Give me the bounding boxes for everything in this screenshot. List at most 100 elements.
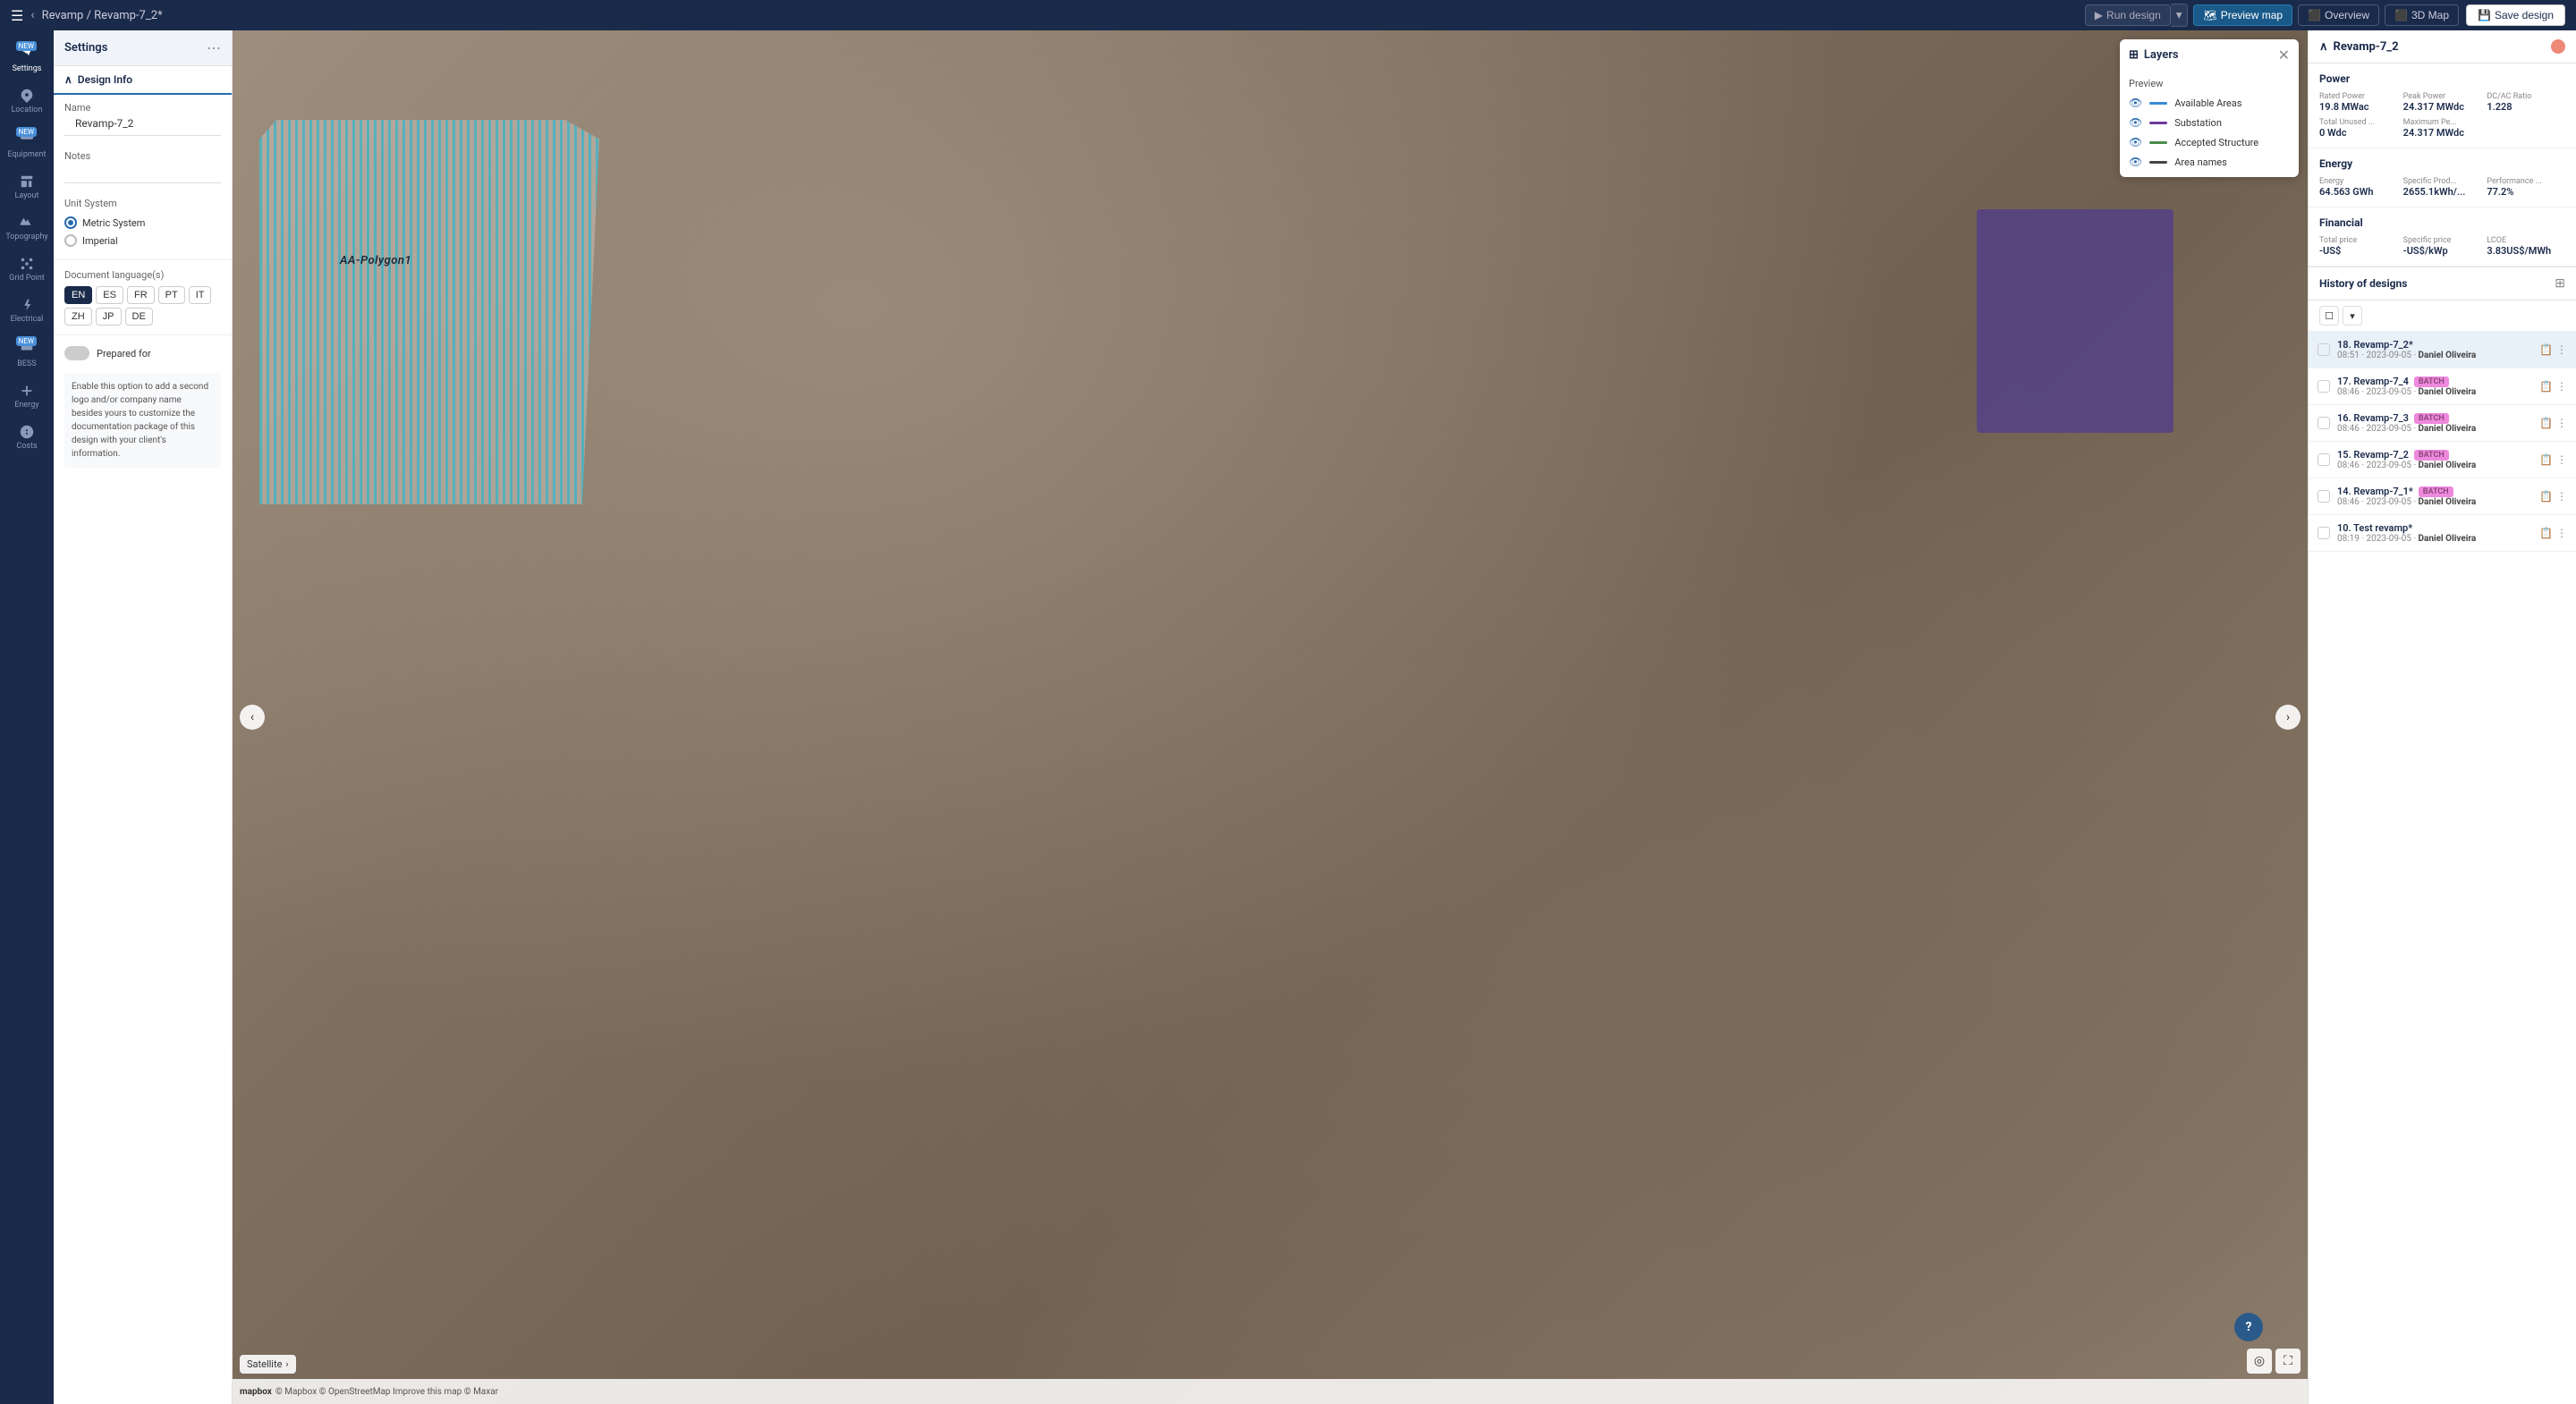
energy-section: Energy Energy 64.563 GWh Specific Prod..… (2309, 148, 2576, 207)
sidebar-item-gridpoint[interactable]: Grid Point (4, 250, 50, 288)
history-item-15[interactable]: 15. Revamp-7_2 BATCH 08:46 · 2023-09-05 … (2309, 442, 2576, 478)
map-area[interactable]: AA-Polygon1 ‹ › ⊞ Layers ✕ Preview 👁 Ava… (233, 30, 2308, 1404)
history-checkbox-14[interactable] (2318, 490, 2330, 503)
more-icon-15[interactable]: ⋮ (2556, 453, 2567, 466)
more-icon-16[interactable]: ⋮ (2556, 417, 2567, 429)
history-checkbox-16[interactable] (2318, 417, 2330, 429)
layer-available-areas: 👁 Available Areas (2120, 93, 2299, 113)
eye-icon-area-names[interactable]: 👁 (2129, 156, 2142, 168)
sidebar-item-settings[interactable]: NEW Settings (4, 38, 50, 79)
layers-title: ⊞ Layers (2129, 48, 2179, 62)
lang-btn-pt[interactable]: PT (158, 286, 185, 304)
history-item-10[interactable]: 10. Test revamp* 08:19 · 2023-09-05 · Da… (2309, 515, 2576, 552)
more-icon-14[interactable]: ⋮ (2556, 490, 2567, 503)
history-checkbox-10[interactable] (2318, 527, 2330, 539)
topbar-center: ▶ Run design ▾ 🗺 Preview map ⬛ Overview … (2085, 4, 2459, 27)
lang-btn-de[interactable]: DE (125, 308, 153, 326)
copy-icon-15[interactable]: 📋 (2539, 453, 2553, 466)
history-checkbox-15[interactable] (2318, 453, 2330, 466)
satellite-label: Satellite (247, 1358, 282, 1370)
prepared-for-toggle[interactable] (64, 346, 89, 360)
history-item-17[interactable]: 17. Revamp-7_4 BATCH 08:46 · 2023-09-05 … (2309, 368, 2576, 405)
target-icon[interactable]: ◎ (2247, 1349, 2272, 1374)
mapbox-logo: mapbox (240, 1387, 272, 1397)
lang-btn-es[interactable]: ES (96, 286, 123, 304)
lang-btn-en[interactable]: EN (64, 286, 92, 304)
imperial-radio[interactable]: Imperial (64, 234, 221, 247)
sidebar-item-energy[interactable]: Energy (4, 377, 50, 415)
run-design-button[interactable]: ▶ Run design (2085, 4, 2171, 26)
available-areas-color (2149, 102, 2167, 105)
save-icon: 💾 (2478, 9, 2491, 21)
history-title: History of designs (2319, 277, 2407, 290)
layers-header: ⊞ Layers ✕ (2120, 39, 2299, 71)
solar-polygon (259, 120, 599, 504)
copy-icon-14[interactable]: 📋 (2539, 490, 2553, 503)
filter-icon[interactable]: ⊞ (2555, 276, 2565, 291)
sidebar-item-equipment[interactable]: NEW Equipment (4, 123, 50, 165)
copy-icon-17[interactable]: 📋 (2539, 380, 2553, 393)
notes-field[interactable] (64, 164, 221, 183)
help-button[interactable]: ? (2234, 1313, 2263, 1341)
sidebar-item-bess[interactable]: NEW BESS (4, 333, 50, 374)
sidebar-item-location[interactable]: Location (4, 82, 50, 120)
history-item-content-14: 14. Revamp-7_1* BATCH 08:46 · 2023-09-05… (2337, 486, 2532, 507)
imperial-radio-dot[interactable] (64, 234, 77, 247)
overview-button[interactable]: ⬛ Overview (2298, 4, 2379, 26)
lang-btn-jp[interactable]: JP (96, 308, 122, 326)
layers-close-icon[interactable]: ✕ (2278, 47, 2290, 63)
eye-icon-accepted-structure[interactable]: 👁 (2129, 136, 2142, 148)
design-info-header[interactable]: ∧ Design Info (54, 66, 232, 95)
lang-btn-fr[interactable]: FR (127, 286, 155, 304)
total-unused: Total Unused ... 0 Wdc (2319, 118, 2398, 139)
menu-icon[interactable]: ☰ (11, 7, 23, 24)
3dmap-button[interactable]: ⬛ 3D Map (2385, 4, 2459, 26)
history-checkbox-17[interactable] (2318, 380, 2330, 393)
history-item-18[interactable]: 18. Revamp-7_2* 08:51 · 2023-09-05 · Dan… (2309, 332, 2576, 368)
map-icon: 🗺 (2203, 9, 2216, 21)
substation-color (2149, 122, 2167, 124)
main-layout: NEW Settings Location NEW Equipment Layo… (0, 30, 2576, 1404)
back-icon[interactable]: ‹ (30, 8, 34, 22)
metric-radio[interactable]: Metric System (64, 216, 221, 229)
run-design-dropdown[interactable]: ▾ (2171, 4, 2189, 27)
right-panel: ∧ Revamp-7_2 Power Rated Power 19.8 MWac… (2308, 30, 2576, 1404)
energy-grid: Energy 64.563 GWh Specific Prod... 2655.… (2319, 177, 2565, 198)
satellite-button[interactable]: Satellite › (240, 1355, 296, 1374)
lang-btn-zh[interactable]: ZH (64, 308, 92, 326)
history-sort-button[interactable]: ▾ (2343, 306, 2362, 326)
copy-icon-10[interactable]: 📋 (2539, 527, 2553, 539)
save-design-button[interactable]: 💾 Save design (2466, 4, 2565, 26)
sidebar-item-layout[interactable]: Layout (4, 168, 50, 206)
fullscreen-icon[interactable]: ⛶ (2275, 1349, 2301, 1374)
copy-icon-16[interactable]: 📋 (2539, 417, 2553, 429)
sidebar-item-electrical[interactable]: Electrical (4, 292, 50, 329)
map-prev-button[interactable]: ‹ (240, 705, 265, 730)
preview-map-button[interactable]: 🗺 Preview map (2193, 4, 2292, 26)
map-next-button[interactable]: › (2275, 705, 2301, 730)
metric-radio-dot[interactable] (64, 216, 77, 229)
history-checkbox-all[interactable]: ☐ (2319, 306, 2339, 326)
history-checkbox-18[interactable] (2318, 343, 2330, 356)
more-icon-18[interactable]: ⋮ (2556, 343, 2567, 356)
more-icon-17[interactable]: ⋮ (2556, 380, 2567, 393)
layer-name-available-areas: Available Areas (2174, 97, 2241, 109)
history-item-14[interactable]: 14. Revamp-7_1* BATCH 08:46 · 2023-09-05… (2309, 478, 2576, 515)
history-item-meta-17: 08:46 · 2023-09-05 · Daniel Oliveira (2337, 387, 2532, 397)
copy-icon-18[interactable]: 📋 (2539, 343, 2553, 356)
settings-menu-button[interactable]: ⋯ (207, 39, 221, 56)
name-label: Name (54, 95, 232, 115)
sidebar-item-topography[interactable]: Topography (4, 209, 50, 247)
polygon-label: AA-Polygon1 (340, 254, 411, 267)
history-item-name-10: 10. Test revamp* (2337, 522, 2532, 534)
eye-icon-substation[interactable]: 👁 (2129, 116, 2142, 129)
history-item-16[interactable]: 16. Revamp-7_3 BATCH 08:46 · 2023-09-05 … (2309, 405, 2576, 442)
eye-icon-available-areas[interactable]: 👁 (2129, 97, 2142, 109)
more-icon-10[interactable]: ⋮ (2556, 527, 2567, 539)
chevron-right-icon: › (285, 1358, 288, 1370)
lang-btn-it[interactable]: IT (189, 286, 212, 304)
language-section: Document language(s) EN ES FR PT IT ZH J… (54, 264, 232, 331)
layers-preview-label: Preview (2120, 76, 2299, 93)
name-field[interactable]: Revamp-7_2 (64, 115, 221, 136)
sidebar-item-costs[interactable]: Costs (4, 419, 50, 456)
